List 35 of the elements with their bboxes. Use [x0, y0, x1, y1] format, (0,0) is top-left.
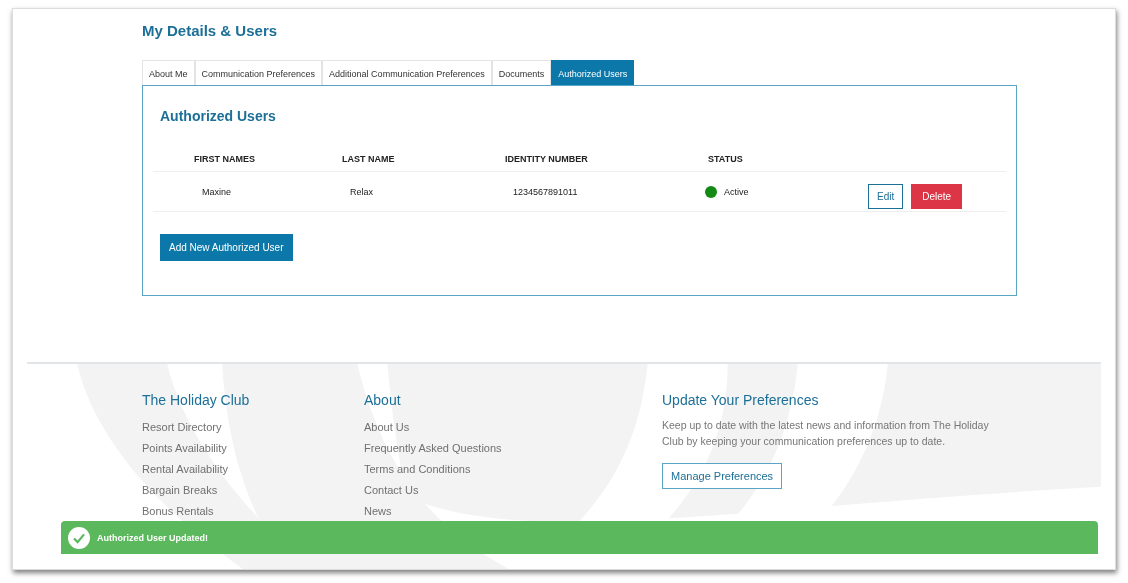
- add-user-button[interactable]: Add New Authorized User: [160, 234, 293, 261]
- table-cell-text: 1234567891011: [512, 186, 579, 197]
- column-header: FIRST NAMES: [194, 154, 256, 164]
- tab[interactable]: Authorized Users: [551, 60, 635, 85]
- column-header: IDENTITY NUMBER: [505, 154, 589, 164]
- table-cell-text: Relax: [349, 186, 374, 197]
- column-header: LAST NAME: [342, 154, 396, 164]
- footer-link[interactable]: Bargain Breaks: [142, 480, 218, 501]
- toast-message: Authorized User Updated!: [97, 532, 208, 543]
- manage-preferences-button[interactable]: Manage Preferences: [662, 463, 783, 489]
- footer-link[interactable]: Rental Availability: [142, 459, 228, 480]
- checkmark-icon: [68, 526, 90, 549]
- footer-heading: Update Your Preferences: [662, 392, 819, 408]
- footer-link[interactable]: Points Availability: [142, 438, 227, 459]
- delete-button[interactable]: Delete: [911, 184, 963, 209]
- panel-title: Authorized Users: [160, 108, 277, 124]
- footer-link[interactable]: Contact Us: [364, 480, 419, 501]
- tab[interactable]: Documents: [491, 60, 552, 85]
- footer-link[interactable]: About Us: [364, 417, 410, 438]
- footer-link[interactable]: Frequently Asked Questions: [364, 438, 502, 459]
- footer-link[interactable]: Bonus Rentals: [142, 501, 214, 522]
- footer-heading: About: [364, 392, 401, 408]
- tab[interactable]: Additional Communication Preferences: [322, 60, 492, 85]
- column-header: STATUS: [708, 154, 744, 164]
- page-title: My Details & Users: [142, 22, 279, 41]
- footer-link[interactable]: News: [364, 501, 392, 522]
- tab[interactable]: Communication Preferences: [194, 60, 323, 85]
- footer-link[interactable]: Resort Directory: [142, 417, 222, 438]
- footer-link[interactable]: Terms and Conditions: [364, 459, 471, 480]
- status-text: Active: [724, 186, 749, 197]
- preferences-text: Keep up to date with the latest news and information from The Holiday Club by keeping your communication preferences up to date.: [662, 418, 990, 449]
- edit-button[interactable]: Edit: [868, 184, 904, 209]
- footer-heading: The Holiday Club: [142, 392, 250, 408]
- tab[interactable]: About Me: [142, 60, 195, 85]
- table-cell-text: Maxine: [201, 186, 232, 197]
